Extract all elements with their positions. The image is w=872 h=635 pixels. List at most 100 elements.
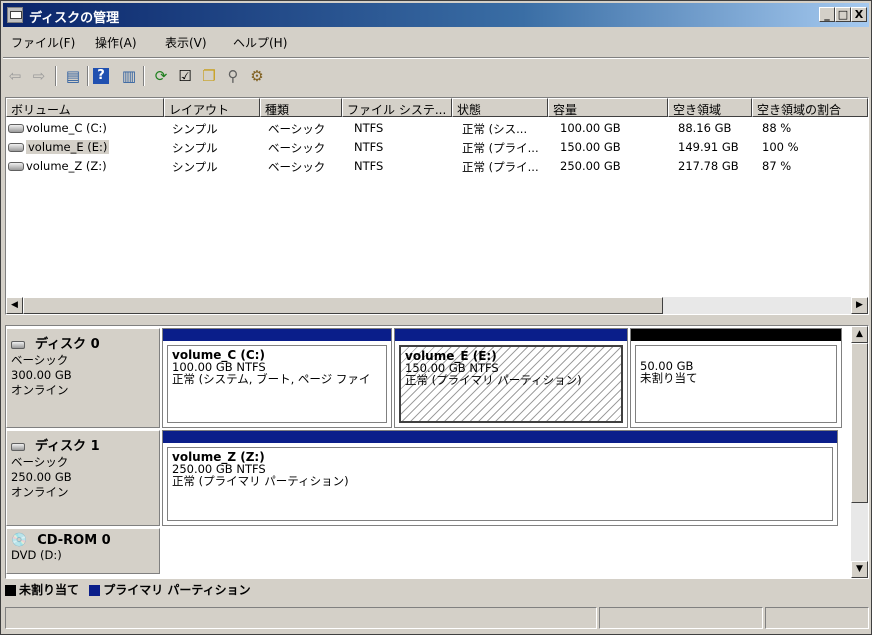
menu-view[interactable]: 表示(V) (165, 34, 207, 51)
unallocated-label: 未割り当て (640, 371, 698, 385)
forward-icon[interactable]: ⇨ (29, 66, 49, 86)
disk-state: オンライン (11, 485, 69, 499)
cell-volume: volume_C (C:) (26, 121, 107, 135)
column-header-layout[interactable]: レイアウト (164, 98, 260, 117)
cell-layout: シンプル (172, 160, 218, 174)
table-row[interactable]: volume_E (E:) シンプル ベーシック NTFS 正常 (プライ...… (6, 138, 866, 156)
partition-status: 正常 (システム, ブート, ページ ファイ (172, 372, 371, 386)
open-icon[interactable]: ❐ (199, 66, 219, 86)
partition-status: 正常 (プライマリ パーティション) (172, 474, 349, 488)
partition-details: volume_E (E:) 150.00 GB NTFS 正常 (プライマリ パ… (399, 345, 623, 423)
table-row[interactable]: volume_Z (Z:) シンプル ベーシック NTFS 正常 (プライ...… (6, 157, 866, 175)
vertical-scrollbar[interactable]: ▲ ▼ (851, 326, 868, 578)
search-icon[interactable]: ⚲ (223, 66, 243, 86)
title-bar[interactable]: ディスクの管理 _ □ X (3, 3, 869, 27)
column-header-free-percent[interactable]: 空き領域の割合 (752, 98, 868, 117)
menu-file[interactable]: ファイル(F) (11, 34, 75, 51)
status-pane (5, 607, 597, 629)
toolbar: ⇦ ⇨ ▤ ? ▥ ⟳ ☑ ❐ ⚲ ⚙ (3, 63, 869, 91)
cell-free-percent: 88 % (762, 121, 792, 135)
column-header-filesystem[interactable]: ファイル システ... (342, 98, 452, 117)
horizontal-scroll-thumb[interactable] (23, 297, 663, 314)
unallocated-swatch (5, 585, 16, 596)
column-header-status[interactable]: 状態 (452, 98, 548, 117)
column-header-capacity[interactable]: 容量 (548, 98, 668, 117)
scroll-up-button[interactable]: ▲ (851, 326, 868, 343)
maximize-button[interactable]: □ (835, 7, 851, 22)
partition-details: volume_C (C:) 100.00 GB NTFS 正常 (システム, ブ… (167, 345, 387, 423)
column-header-free-space[interactable]: 空き領域 (668, 98, 752, 117)
volume-list: ボリューム レイアウト 種類 ファイル システ... 状態 容量 空き領域 空き… (5, 97, 869, 315)
unallocated-bar (631, 329, 841, 341)
disk-type: ベーシック (11, 455, 69, 469)
minimize-button[interactable]: _ (819, 7, 835, 22)
partition-volume-c[interactable]: volume_C (C:) 100.00 GB NTFS 正常 (システム, ブ… (162, 328, 392, 428)
cell-filesystem: NTFS (354, 159, 384, 173)
scroll-left-button[interactable]: ◀ (6, 297, 23, 314)
cell-type: ベーシック (268, 160, 326, 174)
close-button[interactable]: X (851, 7, 867, 22)
disk-icon (11, 442, 25, 451)
disk-name: ディスク 0 (35, 337, 100, 352)
disk-0-label[interactable]: ディスク 0 ベーシック 300.00 GB オンライン (6, 328, 160, 428)
disk-view-icon[interactable]: ▤ (63, 66, 83, 86)
cell-capacity: 150.00 GB (560, 140, 621, 154)
primary-partition-bar (163, 431, 837, 443)
legend: 未割り当て プライマリ パーティション (5, 581, 869, 601)
disk-icon (11, 340, 25, 349)
volume-icon (8, 124, 24, 133)
refresh-icon[interactable]: ⟳ (151, 66, 171, 86)
volume-icon (8, 162, 24, 171)
cell-type: ベーシック (268, 141, 326, 155)
status-pane (765, 607, 869, 629)
partition-status: 正常 (プライマリ パーティション) (405, 373, 582, 387)
disk-name: ディスク 1 (35, 439, 100, 454)
scroll-down-button[interactable]: ▼ (851, 561, 868, 578)
list-view-icon[interactable]: ▥ (119, 66, 139, 86)
help-icon[interactable]: ? (93, 68, 109, 84)
disk-type: ベーシック (11, 353, 69, 367)
partition-name: volume_Z (Z:) (172, 450, 265, 464)
primary-partition-bar (163, 329, 391, 341)
partition-details: volume_Z (Z:) 250.00 GB NTFS 正常 (プライマリ パ… (167, 447, 833, 521)
disk-name: CD-ROM 0 (37, 533, 111, 548)
cell-status: 正常 (プライ... (462, 141, 539, 155)
back-icon[interactable]: ⇦ (5, 66, 25, 86)
toolbar-separator (55, 66, 57, 86)
column-header-type[interactable]: 種類 (260, 98, 342, 117)
window-title: ディスクの管理 (29, 11, 120, 26)
toolbar-separator (87, 66, 89, 86)
partition-details: 50.00 GB 未割り当て (635, 345, 837, 423)
cd-drive-icon: 💿 (11, 533, 28, 548)
disk-1-label[interactable]: ディスク 1 ベーシック 250.00 GB オンライン (6, 430, 160, 526)
cell-layout: シンプル (172, 122, 218, 136)
cell-capacity: 250.00 GB (560, 159, 621, 173)
properties-icon[interactable]: ☑ (175, 66, 195, 86)
disk-size: 300.00 GB (11, 368, 72, 382)
primary-swatch (89, 585, 101, 596)
unallocated-space[interactable]: 50.00 GB 未割り当て (630, 328, 842, 428)
partition-volume-e[interactable]: volume_E (E:) 150.00 GB NTFS 正常 (プライマリ パ… (394, 328, 628, 428)
cell-free-percent: 87 % (762, 159, 792, 173)
vertical-scroll-thumb[interactable] (851, 343, 868, 503)
menu-action[interactable]: 操作(A) (95, 34, 137, 51)
cell-free-space: 149.91 GB (678, 140, 739, 154)
volume-icon (8, 143, 24, 152)
cell-layout: シンプル (172, 141, 218, 155)
column-header-volume[interactable]: ボリューム (6, 98, 164, 117)
cell-volume: volume_E (E:) (26, 140, 110, 154)
menu-help[interactable]: ヘルプ(H) (233, 34, 287, 51)
disk-state: オンライン (11, 383, 69, 397)
settings-icon[interactable]: ⚙ (247, 66, 267, 86)
horizontal-scrollbar[interactable]: ◀ ▶ (6, 297, 868, 314)
cdrom-0-label[interactable]: 💿 CD-ROM 0 DVD (D:) (6, 528, 160, 574)
table-row[interactable]: volume_C (C:) シンプル ベーシック NTFS 正常 (シス... … (6, 119, 866, 137)
status-pane (599, 607, 763, 629)
cell-capacity: 100.00 GB (560, 121, 621, 135)
cell-filesystem: NTFS (354, 121, 384, 135)
primary-partition-bar (395, 329, 627, 341)
partition-volume-z[interactable]: volume_Z (Z:) 250.00 GB NTFS 正常 (プライマリ パ… (162, 430, 838, 526)
scroll-right-button[interactable]: ▶ (851, 297, 868, 314)
disk-graphical-view: ディスク 0 ベーシック 300.00 GB オンライン volume_C (C… (5, 325, 869, 579)
cell-filesystem: NTFS (354, 140, 384, 154)
